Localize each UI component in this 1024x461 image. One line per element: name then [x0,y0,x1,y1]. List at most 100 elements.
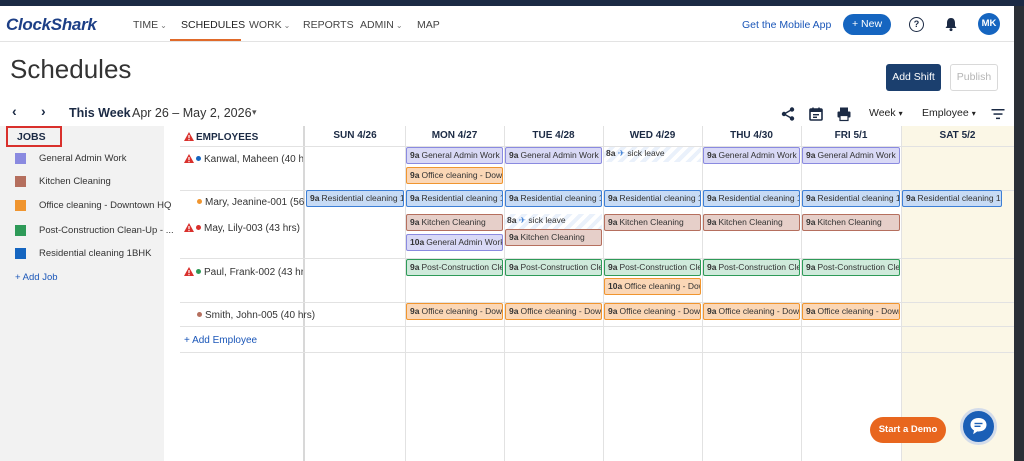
next-week-button[interactable]: › [41,103,46,119]
add-job-link[interactable]: + Add Job [15,272,58,283]
nav-map[interactable]: MAP [417,19,440,31]
shift-block[interactable]: 9a Kitchen Cleaning [604,214,701,231]
shift-block[interactable]: 9aPost-Construction Clean-Up [703,259,800,276]
job-color-swatch [15,176,26,187]
day-header-sun[interactable]: SUN 4/26 [305,126,405,146]
top-nav: ClockShark TIME ⌄ SCHEDULES WORK ⌄ REPORTS… [0,6,1014,42]
employee-row-label[interactable]: Kanwal, Maheen (40 hrs) [184,153,303,165]
view-select[interactable]: Week ▾ [869,107,903,119]
group-select[interactable]: Employee ▾ [922,107,976,119]
job-label: Post-Construction Clean-Up - ... [39,225,174,236]
nav-reports[interactable]: REPORTS [303,19,354,31]
chevron-down-icon[interactable]: ▾ [252,107,257,118]
shift-block[interactable]: 10a General Admin Work [406,234,503,251]
help-icon[interactable]: ? [909,17,924,32]
shift-block[interactable]: 9aResidential cleaning 1BHK [902,190,1002,207]
time-off-block[interactable]: 8a ✈ sick leave [505,214,602,229]
start-demo-button[interactable]: Start a Demo [870,417,946,443]
day-header-mon[interactable]: MON 4/27 [405,126,504,146]
airplane-icon: ✈ [518,215,526,225]
shift-block[interactable]: 9aPost-Construction Clean-Up [406,259,503,276]
shift-block[interactable]: 9aResidential cleaning 1BHK [306,190,404,207]
shift-block[interactable]: 9aOffice cleaning - Downtown HQ [505,303,602,320]
shift-block[interactable]: 9aOffice cleaning - Downtown HQ [406,167,503,184]
day-header-tue[interactable]: TUE 4/28 [504,126,603,146]
employee-dot [196,225,201,230]
shift-block[interactable]: 9aPost-Construction Clean-Up [802,259,900,276]
job-label: Office cleaning - Downtown HQ [39,200,172,211]
day-divider [702,126,703,461]
airplane-icon: ✈ [617,148,625,158]
day-header-fri[interactable]: FRI 5/1 [801,126,901,146]
job-color-swatch [15,153,26,164]
shift-block[interactable]: 9a General Admin Work [406,147,503,164]
job-color-swatch [15,248,26,259]
shift-block[interactable]: 9aPost-Construction Clean-Up [604,259,701,276]
job-item[interactable]: Kitchen Cleaning [0,175,164,189]
shift-block[interactable]: 9a Kitchen Cleaning [505,229,602,246]
nav-work[interactable]: WORK ⌄ [249,19,290,31]
nav-schedules[interactable]: SCHEDULES [181,19,245,31]
nav-time[interactable]: TIME ⌄ [133,19,167,31]
calendar-icon[interactable] [808,106,824,122]
add-shift-button[interactable]: Add Shift [886,64,941,91]
new-button[interactable]: + New [843,14,891,35]
mobile-app-link[interactable]: Get the Mobile App [742,19,831,31]
shift-block[interactable]: 9aResidential cleaning 1BHK [802,190,900,207]
shift-block[interactable]: 9a General Admin Work [505,147,602,164]
day-divider [801,126,802,461]
employee-row-label[interactable]: Smith, John-005 (40 hrs) [197,310,316,321]
week-label[interactable]: This Week [69,106,131,120]
job-item[interactable]: General Admin Work [0,152,164,166]
chevron-down-icon: ⌄ [160,21,167,30]
shift-block[interactable]: 9aPost-Construction Clean-Up [505,259,602,276]
date-range[interactable]: Apr 26 – May 2, 2026 [132,106,252,120]
job-item[interactable]: Post-Construction Clean-Up - ... [0,224,174,238]
shift-block[interactable]: 9aOffice cleaning - Downtown HQ [406,303,503,320]
shift-block[interactable]: 9a Kitchen Cleaning [703,214,800,231]
employee-column-divider [303,126,305,461]
employee-row-label[interactable]: Paul, Frank-002 (43 hrs) [184,266,303,278]
user-avatar[interactable]: MK [978,13,1000,35]
shift-block[interactable]: 9aResidential cleaning 1BHK [406,190,503,207]
row-divider [180,352,1014,353]
share-icon[interactable] [780,106,796,122]
day-header-thu[interactable]: THU 4/30 [702,126,801,146]
prev-week-button[interactable]: ‹ [12,103,17,119]
shift-block[interactable]: 9aOffice cleaning - Downtown HQ [604,303,701,320]
shift-block[interactable]: 9a Kitchen Cleaning [802,214,900,231]
today-highlight [901,126,1014,461]
chat-button[interactable] [960,408,997,445]
employee-row-label[interactable]: Mary, Jeanine-001 (56 hrs) [197,197,316,208]
shift-block[interactable]: 9aResidential cleaning 1BHK [604,190,701,207]
filter-icon[interactable] [990,106,1006,122]
time-off-block[interactable]: 8a ✈ sick leave [604,147,701,162]
shift-block[interactable]: 9a General Admin Work [703,147,800,164]
active-nav-underline [170,39,241,41]
print-icon[interactable] [836,106,852,122]
shift-block[interactable]: 9aOffice cleaning - Downtown HQ [703,303,800,320]
shift-block[interactable]: 9a General Admin Work [802,147,900,164]
window-scrollbar[interactable] [1014,6,1024,461]
job-item[interactable]: Office cleaning - Downtown HQ [0,199,171,213]
nav-admin[interactable]: ADMIN ⌄ [360,19,403,31]
day-header-wed[interactable]: WED 4/29 [603,126,702,146]
day-divider [901,126,902,461]
shift-block[interactable]: 9aResidential cleaning 1BHK [703,190,800,207]
shift-block[interactable]: 10aOffice cleaning - Downtown HQ [604,278,701,295]
jobs-sidebar: JOBS General Admin Work Kitchen Cleaning… [0,126,174,461]
bell-icon[interactable] [943,16,959,32]
add-employee-link[interactable]: + Add Employee [184,335,257,346]
employee-dot [197,312,202,317]
employee-dot [196,156,201,161]
shift-block[interactable]: 9aOffice cleaning - Downtown HQ [802,303,900,320]
schedule-toolbar: ‹ › This Week Apr 26 – May 2, 2026 ▾ Wee… [0,103,1014,125]
day-header-sat[interactable]: SAT 5/2 [901,126,1014,146]
job-item[interactable]: Residential cleaning 1BHK [0,247,164,261]
shift-block[interactable]: 9a Kitchen Cleaning [406,214,503,231]
employee-row-label[interactable]: May, Lily-003 (43 hrs) [184,222,303,234]
shift-block[interactable]: 9aResidential cleaning 1BHK [505,190,602,207]
publish-button[interactable]: Publish [950,64,998,91]
warning-icon [184,154,194,163]
clockshark-logo[interactable]: ClockShark [6,15,97,35]
